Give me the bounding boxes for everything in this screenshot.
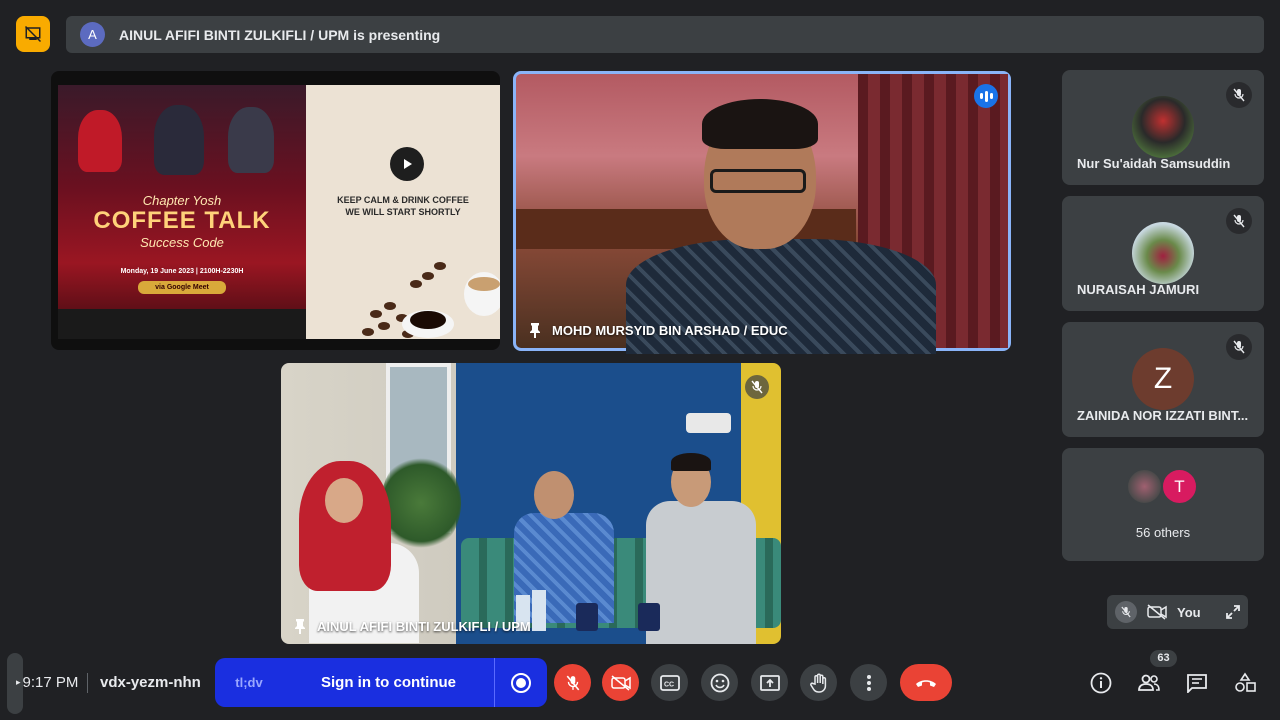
chat-icon [1187,674,1207,693]
more-vert-icon [866,674,871,691]
people-button[interactable] [1134,668,1164,698]
participant-avatar: Z [1132,348,1194,410]
chat-button[interactable] [1182,668,1212,698]
record-button[interactable] [495,672,547,693]
play-icon [390,147,424,181]
time-text: 9:17 PM [22,674,79,691]
mic-toggle-button[interactable] [554,664,591,701]
info-icon [1090,672,1112,694]
tldv-signin-bar[interactable]: tl;dv Sign in to continue [215,658,547,707]
self-view[interactable]: You [1107,595,1248,629]
people-icon [1138,674,1160,691]
panelist-1-face [325,478,363,523]
activities-shapes-icon [1235,672,1256,692]
poster-footer [58,309,306,339]
participant-tile-nuraisah[interactable]: NURAISAH JAMURI [1062,196,1264,311]
camera-off-icon [1147,604,1167,620]
event-poster: Chapter Yosh COFFEE TALK Success Code Mo… [58,85,306,339]
signin-button[interactable]: Sign in to continue [283,674,494,691]
participant-avatar: T [1161,468,1198,505]
standby-line-1: KEEP CALM & DRINK COFFEE [337,195,469,205]
camera-toggle-button[interactable] [602,664,639,701]
speaking-indicator-icon [974,84,998,108]
record-icon [511,672,531,693]
panelist-2-head [534,471,574,519]
panelist-3-hair [671,453,711,471]
room-plant [381,453,461,553]
hang-up-icon [916,679,936,687]
expand-icon[interactable] [1225,604,1241,620]
speaker-hair [702,99,818,149]
captions-button[interactable]: CC [651,664,688,701]
mic-off-icon [566,675,579,690]
wall-outlet [686,413,731,433]
emoji-icon [710,673,729,692]
others-avatars: T [1126,468,1198,505]
participant-name: Nur Su'aidah Samsuddin [1077,156,1231,171]
host-controls-button[interactable] [16,16,50,52]
camera-off-icon [610,674,631,691]
participant-name: NURAISAH JAMURI [1077,282,1200,297]
standby-line-2: WE WILL START SHORTLY [345,207,461,217]
hand-icon [809,673,826,693]
participant-avatar [1126,468,1163,505]
participant-name: ZAINIDA NOR IZZATI BINT... [1077,408,1249,423]
participant-tile-zainida[interactable]: Z ZAINIDA NOR IZZATI BINT... [1062,322,1264,437]
tldv-logo: tl;dv [235,675,263,690]
poster-person-2 [154,105,204,175]
poster-subtitle: Chapter Yosh [142,193,222,208]
poster-person-1 [78,110,122,172]
speaker-name: MOHD MURSYID BIN ARSHAD / EDUC [552,322,788,338]
self-mic-off-icon [1115,601,1137,623]
room-camera-tile[interactable]: AINUL AFIFI BINTI ZULKIFLI / UPM [281,363,781,644]
meeting-code: vdx-yezm-nhn [100,674,201,691]
pin-icon[interactable] [293,618,307,634]
present-icon [759,674,780,691]
poster-title: COFFEE TALK [93,207,271,234]
people-count-badge: 63 [1150,650,1177,667]
others-tile[interactable]: T 56 others [1062,448,1264,561]
table-cups [516,590,660,631]
presentation-tile[interactable]: Chapter Yosh COFFEE TALK Success Code Mo… [51,71,500,350]
presenter-avatar: A [80,22,105,47]
present-screen-button[interactable] [751,664,788,701]
poster-platform: via Google Meet [138,281,226,294]
mic-off-icon [1226,82,1252,108]
standby-slide: KEEP CALM & DRINK COFFEE WE WILL START S… [306,85,500,339]
active-speaker-tile[interactable]: MOHD MURSYID BIN ARSHAD / EDUC [513,71,1011,354]
presentation-off-icon [24,25,42,43]
speaker-glasses [710,169,806,193]
standby-text: KEEP CALM & DRINK COFFEE WE WILL START S… [306,194,500,218]
clock: ▸ 9:17 PM [16,674,78,691]
self-label: You [1177,604,1201,620]
pin-icon[interactable] [528,322,542,338]
participant-avatar [1132,222,1194,284]
leave-call-button[interactable] [900,664,952,701]
reactions-button[interactable] [701,664,738,701]
room-name-label: AINUL AFIFI BINTI ZULKIFLI / UPM [293,618,531,634]
coffee-cup-image [362,262,500,338]
svg-text:CC: CC [664,681,674,688]
divider [87,673,88,693]
participant-tile-nur[interactable]: Nur Su'aidah Samsuddin [1062,70,1264,185]
presenting-banner: A AINUL AFIFI BINTI ZULKIFLI / UPM is pr… [66,16,1264,53]
poster-tagline: Success Code [140,235,224,250]
speaker-name-label: MOHD MURSYID BIN ARSHAD / EDUC [528,322,788,338]
raise-hand-button[interactable] [800,664,837,701]
activities-button[interactable] [1230,668,1260,698]
meeting-details-button[interactable] [1086,668,1116,698]
closed-captions-icon: CC [659,674,680,691]
poster-date: Monday, 19 June 2023 | 2100H-2230H [120,268,244,275]
others-count: 56 others [1135,525,1191,540]
mic-off-icon [1226,208,1252,234]
caret-right-icon: ▸ [16,677,21,687]
mic-off-icon [1226,334,1252,360]
more-options-button[interactable] [850,664,887,701]
room-name: AINUL AFIFI BINTI ZULKIFLI / UPM [317,618,531,634]
room-mic-off-icon [745,375,769,399]
participant-avatar [1132,96,1194,158]
presenting-text: AINUL AFIFI BINTI ZULKIFLI / UPM is pres… [119,26,441,43]
poster-person-3 [228,107,274,173]
